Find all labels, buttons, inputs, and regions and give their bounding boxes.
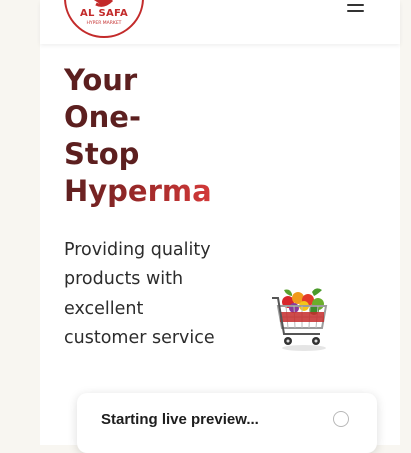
hero-title-line: Hypermar	[64, 174, 212, 208]
toast-message: Starting live preview...	[101, 411, 259, 428]
al-safa-logo[interactable]: AL SAFA HYPER MARKET	[64, 0, 144, 38]
menu-bar	[347, 10, 364, 12]
hero-title-line: Stop	[64, 137, 140, 171]
menu-bar	[347, 4, 364, 6]
loading-spinner-icon	[333, 411, 349, 427]
logo-name: AL SAFA	[79, 8, 129, 19]
shopping-cart-icon	[268, 284, 332, 352]
site-header: AL SAFA HYPER MARKET	[40, 0, 400, 44]
hero-title-line: Your	[64, 63, 138, 97]
hero-title-line: One-	[64, 100, 142, 134]
hamburger-menu-icon[interactable]	[344, 0, 368, 14]
logo-tagline: HYPER MARKET	[86, 21, 122, 26]
live-preview-toast: Starting live preview...	[77, 393, 377, 453]
hero-description: Providing quality products with excellen…	[64, 240, 215, 348]
page: AL SAFA HYPER MARKET Your One- Stop Hype…	[40, 0, 400, 445]
hero-title: Your One- Stop Hypermar	[64, 62, 212, 210]
